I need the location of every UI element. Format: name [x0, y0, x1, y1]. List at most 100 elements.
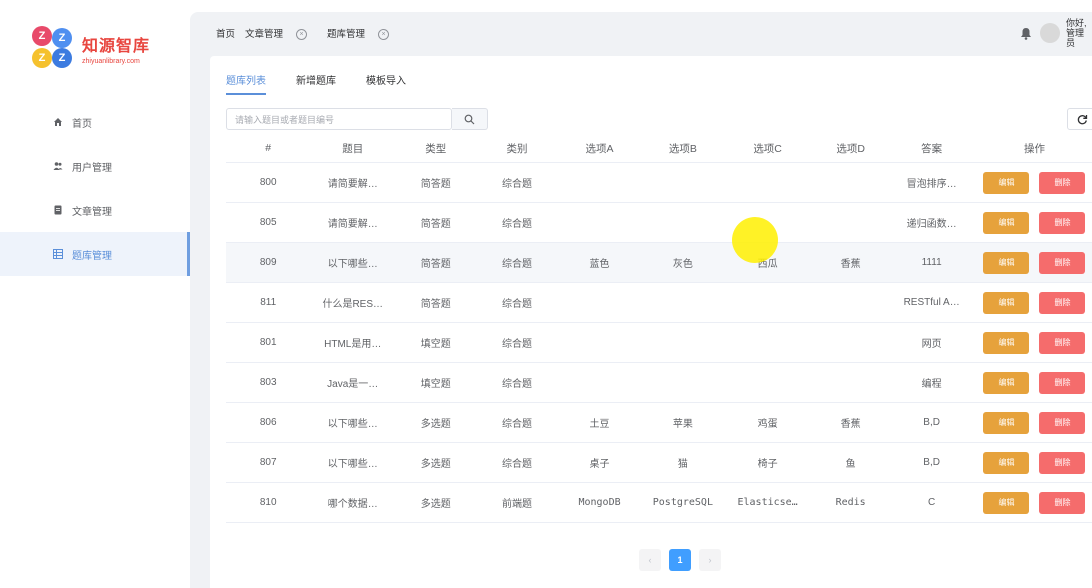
close-icon[interactable]: ×: [378, 28, 390, 40]
tag-question-bank[interactable]: 题库管理 ×: [327, 26, 399, 40]
sidebar-item-question-bank[interactable]: 题库管理: [0, 232, 190, 276]
cell-title: 以下哪些…: [310, 402, 396, 443]
refresh-icon: [1077, 114, 1087, 124]
tab-bar: 题库列表 新增题库 模板导入: [226, 72, 436, 95]
cell-answer: 冒泡排序…: [890, 162, 973, 203]
cell-a: 桌子: [557, 442, 642, 483]
cell-d: 香蕉: [810, 402, 891, 443]
sidebar-item-home[interactable]: 首页: [0, 100, 190, 144]
cell-type: 填空题: [395, 322, 477, 363]
cell-category: 综合题: [476, 362, 558, 403]
cell-type: 简答题: [395, 162, 477, 203]
logo-letter: Z: [52, 28, 72, 48]
avatar[interactable]: [1040, 23, 1060, 43]
cell-actions: 编辑 删除: [972, 442, 1092, 483]
cell-type: 简答题: [395, 282, 477, 323]
home-icon: [54, 118, 62, 126]
table-row: 809 以下哪些… 简答题 综合题 蓝色 灰色 西瓜 香蕉 1111 编辑 删除: [226, 242, 1092, 283]
bell-icon[interactable]: [1020, 27, 1032, 40]
edit-button[interactable]: 编辑: [983, 411, 1030, 434]
cell-a: MongoDB: [557, 482, 642, 523]
cell-title: 以下哪些…: [310, 442, 396, 483]
tag-articles[interactable]: 文章管理 ×: [245, 26, 317, 40]
cell-answer: RESTful A…: [890, 282, 973, 323]
sidebar-item-users[interactable]: 用户管理: [0, 144, 190, 188]
cell-d: [810, 162, 891, 203]
close-icon[interactable]: ×: [296, 28, 308, 40]
edit-button[interactable]: 编辑: [983, 371, 1030, 394]
cell-actions: 编辑 删除: [972, 362, 1092, 403]
prev-page-button[interactable]: ‹: [639, 549, 661, 571]
logo-title: 知源智库: [82, 35, 151, 55]
edit-button[interactable]: 编辑: [983, 451, 1030, 474]
table-row: 806 以下哪些… 多选题 综合题 土豆 苹果 鸡蛋 香蕉 B,D 编辑 删除: [226, 402, 1092, 443]
cell-b: [641, 202, 725, 243]
cell-category: 前端题: [476, 482, 558, 523]
cell-a: [557, 282, 642, 323]
delete-button[interactable]: 删除: [1039, 371, 1086, 394]
cell-title: HTML是用…: [310, 322, 396, 363]
cell-type: 简答题: [395, 202, 477, 243]
tag-label: 题库管理: [327, 29, 366, 40]
pagination: ‹ 1 ›: [635, 549, 725, 571]
refresh-button[interactable]: [1067, 108, 1092, 130]
cell-actions: 编辑 删除: [972, 202, 1092, 243]
logo-mark: Z Z Z Z: [30, 26, 76, 70]
cell-title: 以下哪些…: [310, 242, 396, 283]
cell-d: 鱼: [810, 442, 891, 483]
cell-d: [810, 282, 891, 323]
delete-button[interactable]: 删除: [1039, 411, 1086, 434]
delete-button[interactable]: 删除: [1039, 251, 1086, 274]
tag-home[interactable]: 首页: [216, 26, 235, 40]
table-row: 811 什么是RES… 简答题 综合题 RESTful A… 编辑 删除: [226, 282, 1092, 323]
delete-button[interactable]: 删除: [1039, 451, 1086, 474]
user-greeting[interactable]: 你好,管理员: [1066, 18, 1092, 48]
delete-button[interactable]: 删除: [1039, 171, 1086, 194]
edit-button[interactable]: 编辑: [983, 491, 1030, 514]
delete-button[interactable]: 删除: [1039, 211, 1086, 234]
next-page-button[interactable]: ›: [699, 549, 721, 571]
tab-template-import[interactable]: 模板导入: [366, 72, 406, 95]
edit-button[interactable]: 编辑: [983, 171, 1030, 194]
cell-category: 综合题: [476, 162, 558, 203]
edit-button[interactable]: 编辑: [983, 291, 1030, 314]
page-button-current[interactable]: 1: [669, 549, 691, 571]
topbar: 首页 文章管理 × 题库管理 × 你好,管理员: [190, 12, 1092, 52]
cell-type: 多选题: [395, 482, 477, 523]
logo-subtitle: zhiyuanlibrary.com: [82, 57, 140, 65]
cell-id: 806: [226, 402, 311, 443]
search-button[interactable]: [452, 108, 488, 130]
column-header: 选项C: [724, 134, 811, 163]
delete-button[interactable]: 删除: [1039, 331, 1086, 354]
cell-title: 请简要解…: [310, 202, 396, 243]
sidebar-item-articles[interactable]: 文章管理: [0, 188, 190, 232]
cell-b: [641, 282, 725, 323]
cell-c: Elasticse…: [724, 482, 811, 523]
edit-button[interactable]: 编辑: [983, 251, 1030, 274]
tab-add-question[interactable]: 新增题库: [296, 72, 336, 95]
tag-label: 文章管理: [245, 29, 284, 40]
cell-type: 填空题: [395, 362, 477, 403]
cell-type: 多选题: [395, 442, 477, 483]
search-input[interactable]: 请输入题目或者题目编号: [226, 108, 452, 130]
cell-c: [724, 282, 811, 323]
column-header: 操作: [972, 134, 1092, 163]
delete-button[interactable]: 删除: [1039, 491, 1086, 514]
cell-actions: 编辑 删除: [972, 162, 1092, 203]
edit-button[interactable]: 编辑: [983, 211, 1030, 234]
user-box: 你好,管理员: [1020, 18, 1092, 48]
cell-id: 810: [226, 482, 311, 523]
breadcrumb: 首页 文章管理 × 题库管理 ×: [216, 26, 409, 40]
cell-c: 椅子: [724, 442, 811, 483]
edit-button[interactable]: 编辑: [983, 331, 1030, 354]
tab-question-list[interactable]: 题库列表: [226, 72, 266, 95]
logo[interactable]: Z Z Z Z 知源智库 zhiyuanlibrary.com: [30, 26, 150, 70]
cell-a: [557, 202, 642, 243]
content-card: 题库列表 新增题库 模板导入 请输入题目或者题目编号 # 题目 类型 类别 选项…: [210, 56, 1092, 588]
cell-answer: 递归函数…: [890, 202, 973, 243]
table-icon: [53, 249, 63, 259]
cell-a: [557, 322, 642, 363]
table-row: 805 请简要解… 简答题 综合题 递归函数… 编辑 删除: [226, 202, 1092, 243]
logo-letter: Z: [52, 48, 72, 68]
delete-button[interactable]: 删除: [1039, 291, 1086, 314]
